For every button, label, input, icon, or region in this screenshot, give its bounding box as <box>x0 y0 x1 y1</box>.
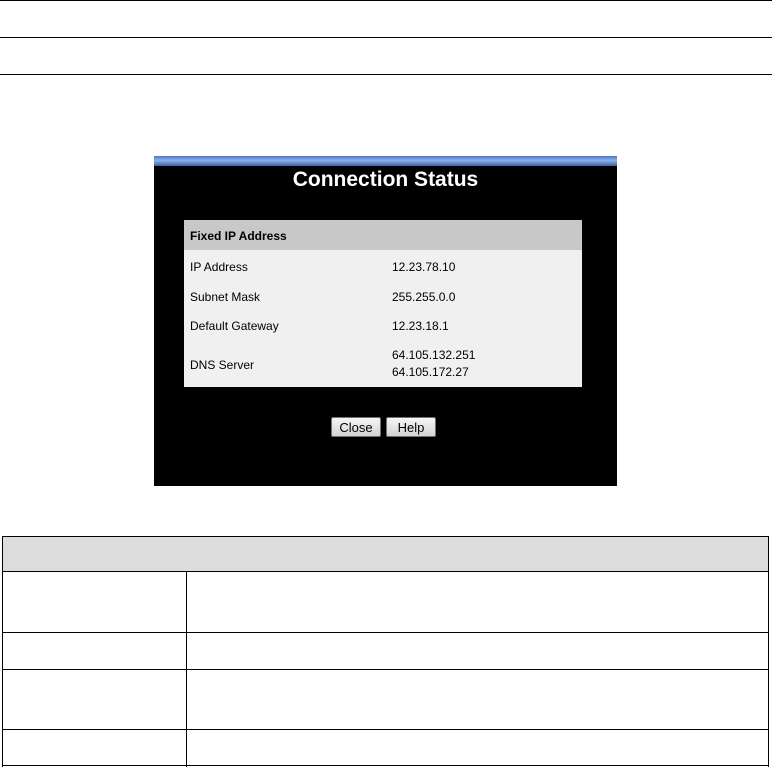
help-button[interactable]: Help <box>386 417 436 437</box>
default-gateway-label: Default Gateway <box>190 319 279 333</box>
close-button[interactable]: Close <box>331 417 381 437</box>
ip-address-value: 12.23.78.10 <box>392 260 456 274</box>
connection-status-dialog: Connection Status Fixed IP Address IP Ad… <box>154 156 617 486</box>
dialog-title: Connection Status <box>292 168 479 191</box>
subnet-mask-value: 255.255.0.0 <box>392 290 456 304</box>
default-gateway-value: 12.23.18.1 <box>392 319 449 333</box>
table-row-divider-2 <box>2 669 769 670</box>
dns-server-secondary: 64.105.172.27 <box>392 365 469 379</box>
table-header <box>2 536 769 572</box>
table-row-divider-4 <box>2 765 769 766</box>
subnet-mask-label: Subnet Mask <box>190 290 261 304</box>
dialog-title-bar <box>154 156 617 166</box>
top-rule-2 <box>0 37 772 38</box>
top-rule-1 <box>0 0 772 1</box>
dns-server-label: DNS Server <box>190 358 255 372</box>
dns-server-primary: 64.105.132.251 <box>392 348 476 362</box>
table-row-divider-1 <box>2 632 769 633</box>
top-rule-3 <box>0 74 772 75</box>
table-row-divider-3 <box>2 729 769 730</box>
status-panel: Fixed IP Address IP Address 12.23.78.10 … <box>184 220 582 387</box>
section-header-label: Fixed IP Address <box>190 229 287 243</box>
panel-header: Fixed IP Address <box>184 220 582 250</box>
ip-address-label: IP Address <box>190 260 248 274</box>
